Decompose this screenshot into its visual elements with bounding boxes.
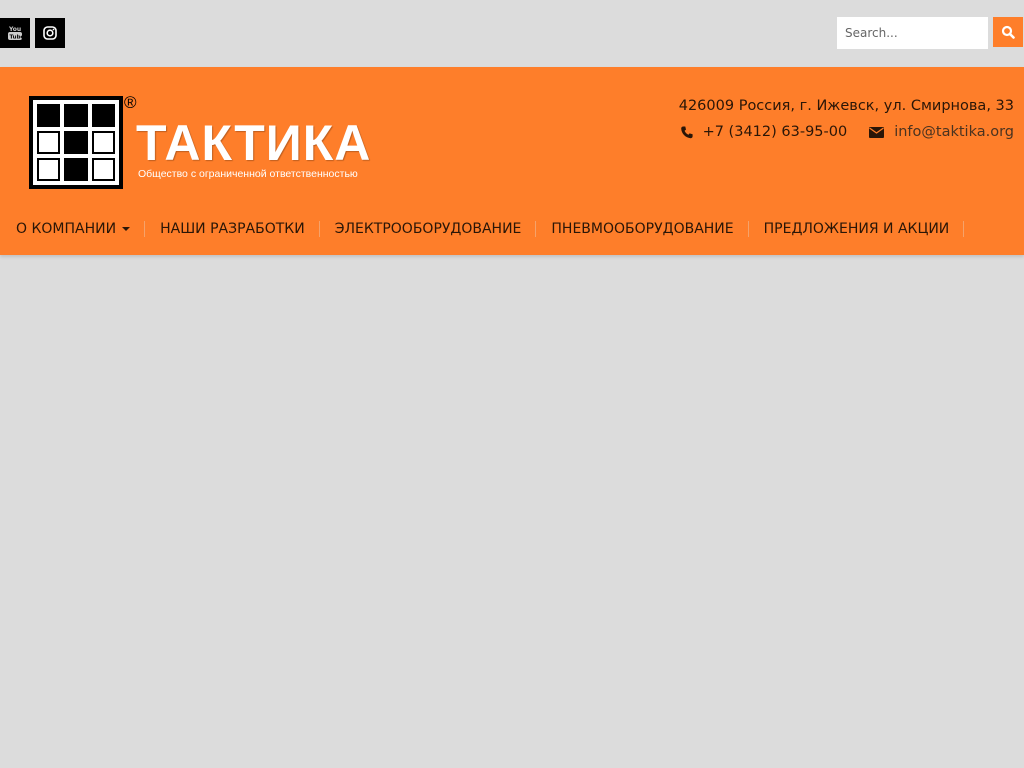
search-icon — [1001, 25, 1015, 39]
nav-item-label: ПРЕДЛОЖЕНИЯ И АКЦИИ — [763, 221, 950, 237]
logo[interactable]: ® ТАКТИКА Общество с ограниченной ответс… — [29, 93, 394, 191]
youtube-icon: You Tube — [8, 26, 23, 41]
registered-mark: ® — [124, 93, 137, 112]
youtube-link[interactable]: You Tube — [0, 18, 30, 48]
instagram-link[interactable] — [35, 18, 65, 48]
email-link[interactable]: info@taktika.org — [894, 124, 1014, 140]
search-input[interactable] — [837, 17, 988, 49]
instagram-icon — [43, 26, 57, 40]
nav-item-electrical-equipment[interactable]: ЭЛЕКТРООБОРУДОВАНИЕ — [320, 213, 537, 245]
nav-item-label: О КОМПАНИИ — [16, 221, 117, 237]
svg-text:You: You — [8, 26, 21, 33]
svg-text:Tube: Tube — [10, 35, 23, 41]
phone-icon — [680, 126, 693, 139]
nav-item-pneumatic-equipment[interactable]: ПНЕВМООБОРУДОВАНИЕ — [536, 213, 749, 245]
nav-item-label: ЭЛЕКТРООБОРУДОВАНИЕ — [334, 221, 522, 237]
page-content-area — [0, 256, 1024, 768]
nav-item-label: НАШИ РАЗРАБОТКИ — [160, 221, 305, 237]
nav-item-offers-promotions[interactable]: ПРЕДЛОЖЕНИЯ И АКЦИИ — [749, 213, 965, 245]
nav-item-our-developments[interactable]: НАШИ РАЗРАБОТКИ — [145, 213, 320, 245]
caret-down-icon — [122, 227, 131, 231]
search-button[interactable] — [993, 17, 1023, 47]
address: 426009 Россия, г. Ижевск, ул. Смирнова, … — [678, 98, 1014, 114]
logo-subtitle: Общество с ограниченной ответственностью — [138, 168, 358, 180]
envelope-icon — [869, 126, 885, 138]
site-header: ® ТАКТИКА Общество с ограниченной ответс… — [0, 67, 1024, 255]
nav-item-label: ПНЕВМООБОРУДОВАНИЕ — [551, 221, 734, 237]
main-nav: О КОМПАНИИ НАШИ РАЗРАБОТКИ ЭЛЕКТРООБОРУД… — [0, 213, 964, 245]
contact-info: 426009 Россия, г. Ижевск, ул. Смирнова, … — [679, 96, 1014, 146]
phone-number: +7 (3412) 63-95-00 — [702, 124, 848, 140]
logo-grid-icon — [29, 96, 123, 189]
logo-wordmark: ТАКТИКА — [136, 115, 372, 171]
top-bar: You Tube — [0, 0, 1024, 67]
nav-item-about[interactable]: О КОМПАНИИ — [0, 213, 146, 245]
